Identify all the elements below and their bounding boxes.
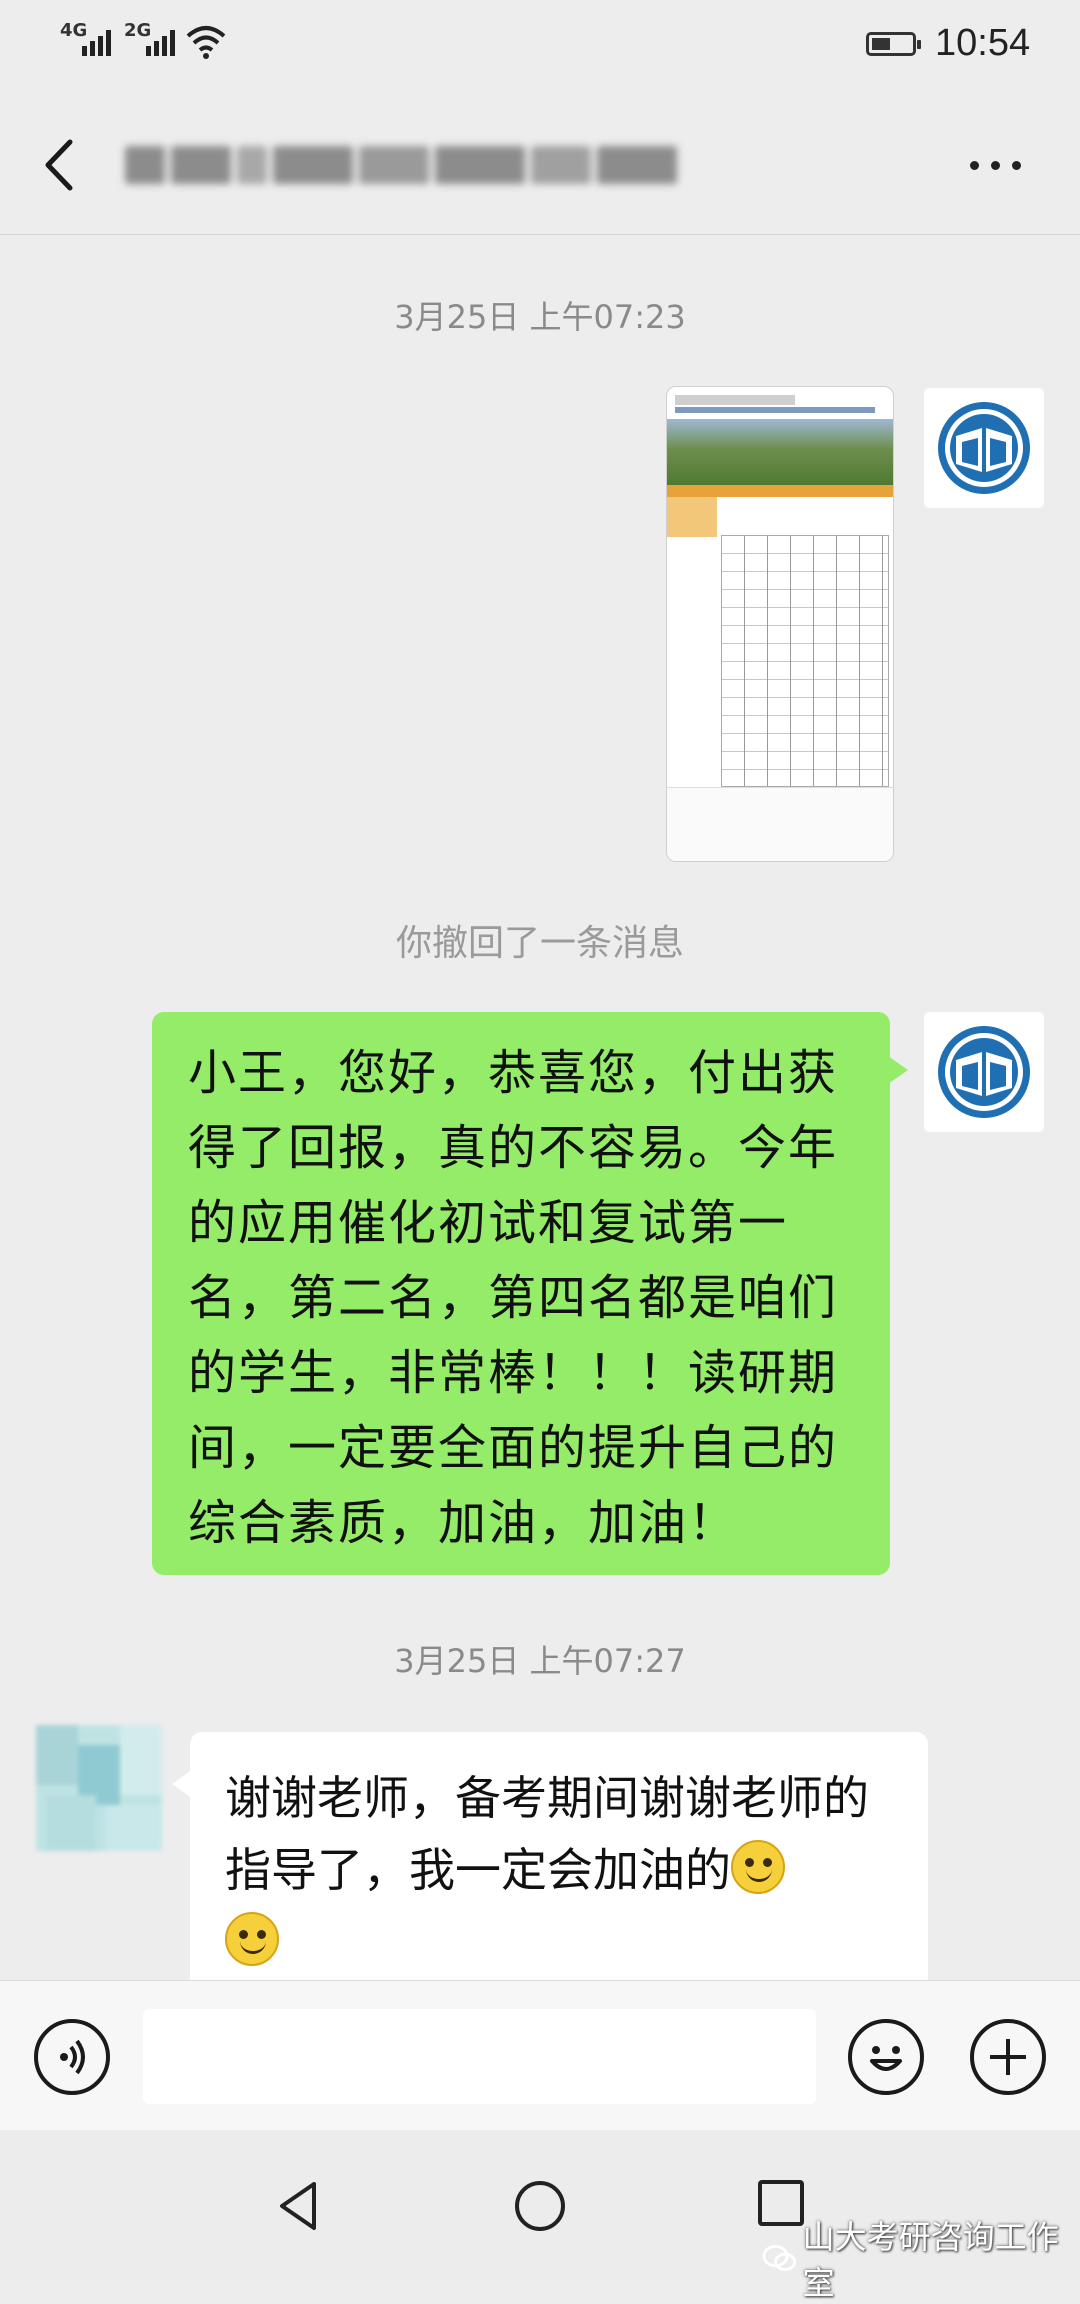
smile-emoji-icon bbox=[731, 1840, 785, 1894]
more-horizontal-icon[interactable] bbox=[960, 140, 1030, 190]
watermark: 山大考研咨询工作室 bbox=[762, 2212, 1080, 2304]
university-logo-icon bbox=[938, 402, 1030, 494]
chat-header bbox=[0, 100, 1080, 235]
smile-emoji-icon bbox=[225, 1912, 279, 1966]
plus-icon[interactable] bbox=[970, 2019, 1046, 2095]
self-avatar[interactable] bbox=[924, 1012, 1044, 1132]
watermark-text: 山大考研咨询工作室 bbox=[802, 2218, 1059, 2302]
message-input[interactable] bbox=[143, 2009, 816, 2104]
timestamp: 3月25日 上午07:23 bbox=[394, 298, 686, 336]
self-avatar[interactable] bbox=[924, 388, 1044, 508]
outgoing-message-bubble[interactable]: 小王，您好，恭喜您，付出获得了回报，真的不容易。今年的应用催化初试和复试第一名，… bbox=[152, 1012, 908, 1575]
wechat-icon bbox=[762, 2244, 797, 2272]
battery-icon bbox=[866, 32, 921, 56]
back-triangle-icon[interactable] bbox=[274, 2178, 322, 2234]
chat-title-blurred bbox=[125, 138, 725, 193]
recall-notice: 你撤回了一条消息 bbox=[395, 923, 684, 964]
emoji-icon[interactable] bbox=[848, 2019, 924, 2095]
contact-avatar-blurred[interactable] bbox=[36, 1725, 162, 1851]
image-message[interactable] bbox=[666, 386, 894, 862]
input-bar bbox=[0, 1980, 1080, 2131]
clock: 10:54 bbox=[935, 22, 1031, 64]
signal-icon bbox=[82, 30, 111, 56]
chevron-left-icon[interactable] bbox=[30, 130, 90, 200]
incoming-message-bubble[interactable]: 谢谢老师，备考期间谢谢老师的指导了，我一定会加油的 bbox=[172, 1732, 928, 1992]
home-circle-icon[interactable] bbox=[512, 2178, 568, 2234]
message-text: 小王，您好，恭喜您，付出获得了回报，真的不容易。今年的应用催化初试和复试第一名，… bbox=[188, 1045, 839, 1551]
signal-icon bbox=[146, 30, 175, 56]
wifi-icon bbox=[186, 26, 226, 59]
voice-icon[interactable] bbox=[34, 2019, 110, 2095]
university-logo-icon bbox=[938, 1026, 1030, 1118]
status-bar: 4G 2G 10:54 bbox=[0, 0, 1080, 100]
timestamp: 3月25日 上午07:27 bbox=[394, 1642, 686, 1680]
